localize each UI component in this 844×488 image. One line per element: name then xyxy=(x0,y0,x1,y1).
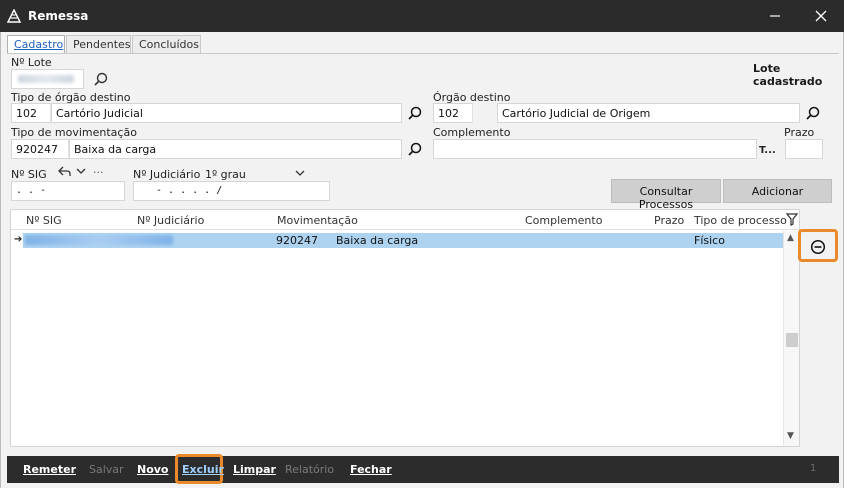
sig-label: Nº SIG xyxy=(11,168,47,181)
complemento-field[interactable] xyxy=(433,139,757,159)
remove-circle-icon xyxy=(810,239,826,255)
lote-search-button[interactable] xyxy=(93,71,109,87)
table-row[interactable]: 920247 Baixa da carga Físico xyxy=(23,233,783,248)
tipo-mov-search-button[interactable] xyxy=(407,141,423,157)
scroll-up-icon[interactable]: ▲ xyxy=(787,233,794,243)
col-movimentacao[interactable]: Movimentação xyxy=(277,214,358,227)
col-prazo[interactable]: Prazo xyxy=(654,214,684,227)
limpar-button[interactable]: Limpar xyxy=(233,463,276,476)
tab-cadastro[interactable]: Cadastro xyxy=(7,35,65,54)
excluir-button[interactable]: Excluir xyxy=(182,463,224,476)
minimize-button[interactable] xyxy=(764,6,786,26)
tipo-orgao-search-button[interactable] xyxy=(407,105,423,121)
lote-field[interactable] xyxy=(11,69,84,89)
row-indicator-icon: ➔ xyxy=(14,234,23,245)
close-button[interactable] xyxy=(810,6,832,26)
judiciario-label: Nº Judiciário xyxy=(133,168,201,181)
relatorio-button[interactable]: Relatório xyxy=(285,463,334,476)
adicionar-button[interactable]: Adicionar xyxy=(723,179,832,203)
orgao-name-field[interactable]: Cartório Judicial de Origem xyxy=(497,103,800,123)
orgao-code-field[interactable]: 102 xyxy=(433,103,473,123)
minimize-icon xyxy=(770,15,780,17)
tipo-mov-code-field[interactable]: 920247 xyxy=(11,139,69,159)
col-sig[interactable]: Nº SIG xyxy=(26,214,62,227)
chevron-down-icon[interactable] xyxy=(295,169,305,177)
window-title: Remessa xyxy=(28,9,89,23)
search-icon xyxy=(94,72,108,86)
cell-tipo: Físico xyxy=(694,234,725,247)
title-bar: Remessa xyxy=(0,0,844,32)
cell-mov-code: 920247 xyxy=(276,234,318,247)
grid-header: Nº SIG Nº Judiciário Movimentação Comple… xyxy=(11,210,799,230)
sig-more-button[interactable]: ··· xyxy=(93,166,104,179)
tab-pendentes[interactable]: Pendentes xyxy=(66,35,131,53)
complemento-label: Complemento xyxy=(433,126,511,139)
grid-scrollbar[interactable]: ▲ ▼ xyxy=(783,231,799,446)
novo-button[interactable]: Novo xyxy=(137,463,169,476)
scroll-thumb[interactable] xyxy=(786,333,798,347)
salvar-button[interactable]: Salvar xyxy=(89,463,124,476)
tipo-mov-label: Tipo de movimentação xyxy=(11,126,137,139)
complemento-text-button[interactable]: T... xyxy=(759,145,776,156)
consultar-processos-button[interactable]: Consultar Processos xyxy=(611,179,721,211)
prazo-label: Prazo xyxy=(784,126,815,139)
search-icon xyxy=(408,142,422,156)
col-judiciario[interactable]: Nº Judiciário xyxy=(137,214,204,227)
col-tipo-processo[interactable]: Tipo de processo xyxy=(694,214,787,227)
process-grid: Nº SIG Nº Judiciário Movimentação Comple… xyxy=(10,209,800,447)
footer-toolbar: Remeter Salvar Novo Excluir Limpar Relat… xyxy=(7,454,839,484)
judiciario-input[interactable]: - . . . . / xyxy=(133,181,330,201)
tipo-mov-name-field[interactable]: Baixa da carga xyxy=(69,139,402,159)
sig-input[interactable]: . . - xyxy=(11,181,125,201)
search-icon xyxy=(408,106,422,120)
search-icon xyxy=(806,106,820,120)
close-icon xyxy=(815,10,827,22)
window-body: Cadastro Pendentes Concluídos Nº Lote Lo… xyxy=(0,32,844,488)
app-logo-icon xyxy=(7,9,21,23)
page-number: 1 xyxy=(810,463,817,474)
cell-mov-name: Baixa da carga xyxy=(336,234,419,247)
lote-status: Lote cadastrado xyxy=(753,62,823,88)
filter-icon[interactable] xyxy=(786,213,798,227)
lote-label: Nº Lote xyxy=(11,56,52,69)
orgao-search-button[interactable] xyxy=(805,105,821,121)
tab-divider xyxy=(7,53,839,54)
fechar-button[interactable]: Fechar xyxy=(350,463,392,476)
tipo-orgao-code-field[interactable]: 102 xyxy=(11,103,51,123)
tab-concluidos[interactable]: Concluídos xyxy=(132,35,201,53)
undo-icon[interactable] xyxy=(58,165,72,177)
prazo-field[interactable] xyxy=(785,139,823,159)
grau-select[interactable]: 1º grau xyxy=(205,168,246,181)
chevron-down-icon[interactable] xyxy=(76,167,86,175)
remove-row-button[interactable] xyxy=(798,229,838,262)
scroll-down-icon[interactable]: ▼ xyxy=(787,431,794,441)
tipo-orgao-name-field[interactable]: Cartório Judicial xyxy=(51,103,402,123)
remeter-button[interactable]: Remeter xyxy=(23,463,76,476)
col-complemento[interactable]: Complemento xyxy=(525,214,602,227)
